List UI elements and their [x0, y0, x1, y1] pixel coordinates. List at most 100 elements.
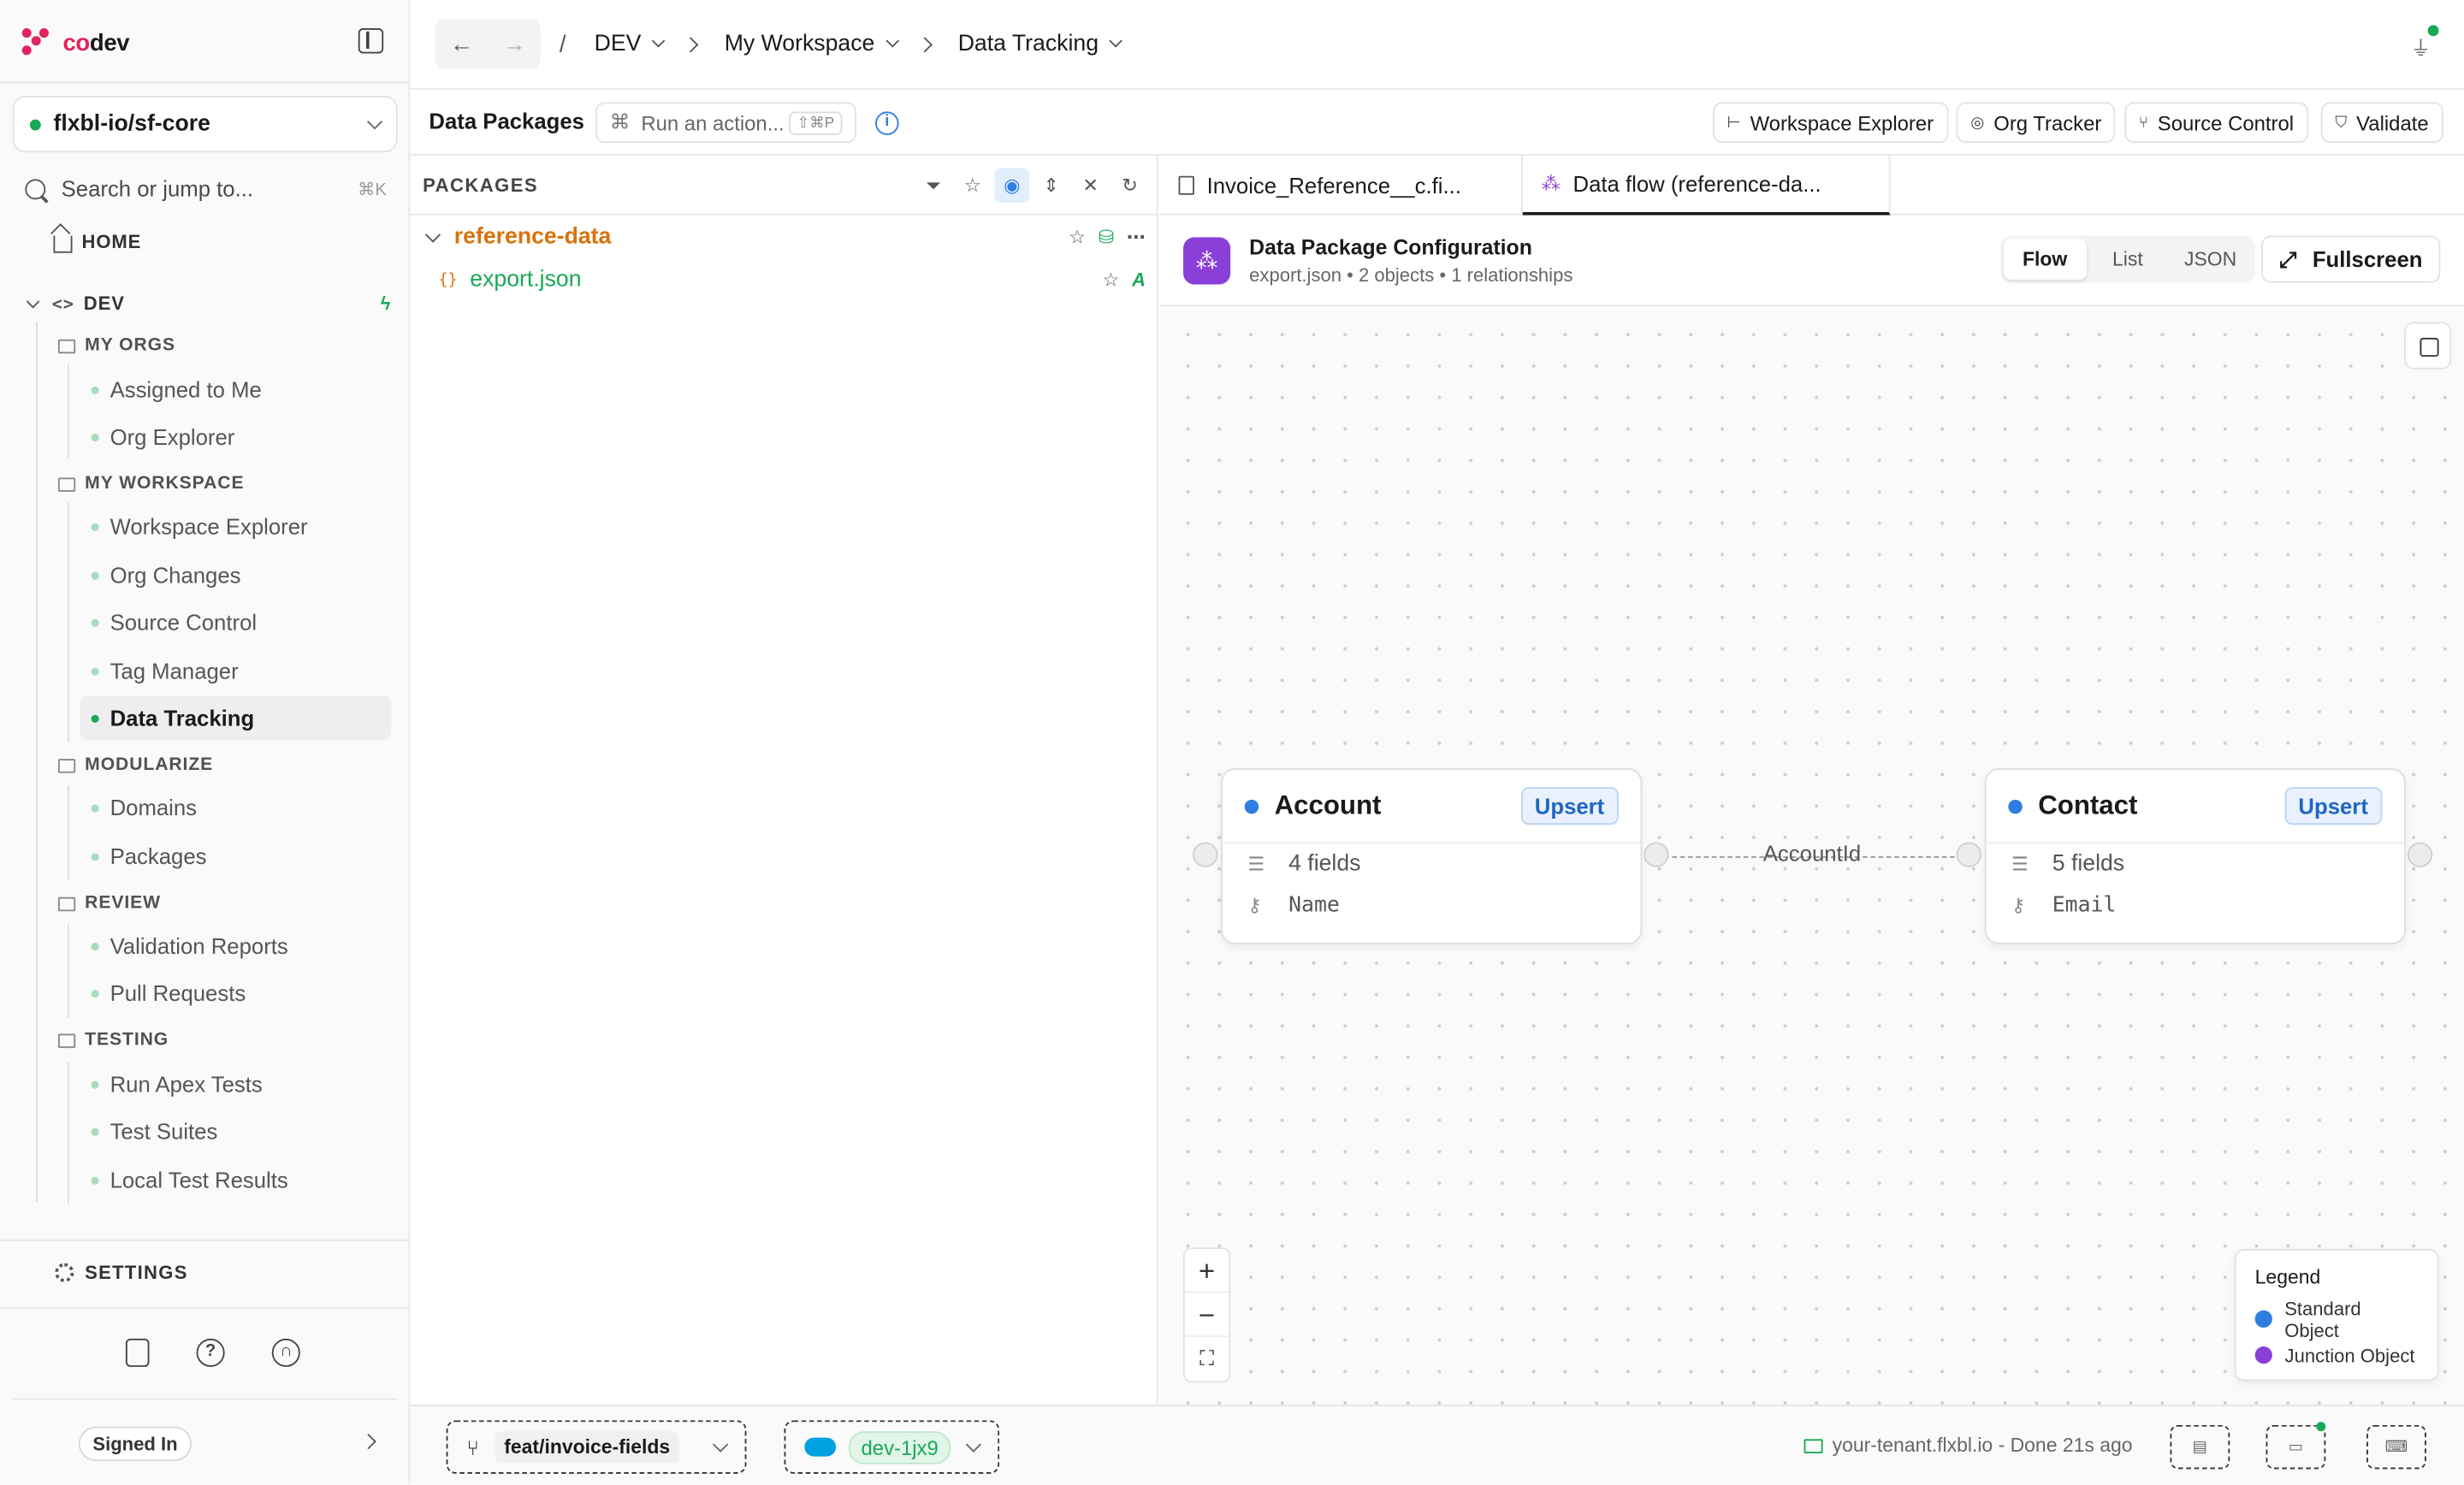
zoom-out-button[interactable]: −	[1184, 1293, 1229, 1338]
search-input[interactable]: Search or jump to... ⌘K	[25, 169, 387, 207]
key-field: Name	[1288, 892, 1340, 918]
chevron-down-icon[interactable]	[885, 33, 899, 48]
sidebar-item-packages[interactable]: Packages	[80, 834, 392, 878]
package-folder-label: reference-data	[453, 224, 612, 251]
collapse-sidebar-icon[interactable]	[358, 28, 384, 54]
document-icon[interactable]: ▤	[2170, 1424, 2230, 1470]
group-testing[interactable]: TESTING	[57, 1031, 169, 1050]
sidebar-item-validation-reports[interactable]: Validation Reports	[80, 924, 392, 967]
keyboard-icon[interactable]: ⌨	[2366, 1424, 2426, 1470]
clipboard-icon[interactable]	[125, 1338, 150, 1367]
group-modularize[interactable]: MODULARIZE	[57, 755, 213, 774]
separator: •	[1439, 263, 1447, 287]
terminal-icon[interactable]: ▭	[2266, 1424, 2326, 1470]
view-flow[interactable]: Flow	[2003, 239, 2087, 280]
operation-badge: Upsert	[1520, 787, 1619, 825]
sidebar-item-tag-manager[interactable]: Tag Manager	[80, 649, 392, 693]
star-icon[interactable]: ☆	[956, 169, 990, 203]
brand[interactable]: codev	[21, 25, 130, 59]
tree-line	[67, 785, 69, 880]
brand-name: codev	[62, 28, 130, 56]
nav-home-label: HOME	[81, 230, 142, 253]
group-my-orgs[interactable]: MY ORGS	[57, 336, 175, 355]
eye-icon[interactable]: ◉	[994, 168, 1030, 203]
sidebar-item-domains[interactable]: Domains	[80, 785, 392, 829]
sidebar-item-local-test-results[interactable]: Local Test Results	[80, 1158, 392, 1202]
breadcrumb-my-workspace[interactable]: My Workspace	[725, 32, 875, 56]
bullet	[91, 852, 99, 861]
tree-icon: ⊢	[1727, 114, 1741, 132]
chevron-down-icon[interactable]	[651, 33, 666, 48]
zoom-in-button[interactable]: +	[1184, 1249, 1229, 1293]
star-icon[interactable]: ☆	[1069, 226, 1086, 248]
chevron-down-icon	[965, 1435, 981, 1452]
tab-data-flow[interactable]: ⁂ Data flow (reference-da...	[1522, 155, 1891, 216]
sidebar-item-pull-requests[interactable]: Pull Requests	[80, 971, 392, 1015]
sidebar-item-test-suites[interactable]: Test Suites	[80, 1109, 392, 1153]
signed-in-badge[interactable]: Signed In	[78, 1426, 192, 1462]
collapse-icon[interactable]: ✕	[1073, 169, 1107, 203]
bullet	[91, 385, 99, 394]
bullet	[91, 618, 99, 626]
sidebar-item-org-changes[interactable]: Org Changes	[80, 553, 392, 597]
nav-dev[interactable]: <> DEV ϟ	[26, 293, 391, 314]
chevron-right-icon[interactable]	[360, 1434, 376, 1450]
sidebar-item-run-apex-tests[interactable]: Run Apex Tests	[80, 1062, 392, 1106]
node-handle[interactable]	[1956, 842, 1982, 867]
group-my-workspace[interactable]: MY WORKSPACE	[57, 475, 245, 494]
codev-logo-icon	[21, 28, 50, 56]
headset-icon[interactable]: ∩	[271, 1338, 300, 1367]
more-icon[interactable]: ⋯	[1127, 226, 1146, 248]
shield-icon: ⛉	[2335, 114, 2348, 132]
node-fields: ☰ 4 fields	[1223, 843, 1641, 884]
nav-home[interactable]: HOME	[53, 231, 141, 253]
view-list[interactable]: List	[2087, 239, 2170, 280]
back-button[interactable]: ←	[450, 31, 474, 57]
refresh-icon[interactable]: ↻	[1112, 169, 1146, 203]
sidebar-item-org-explorer[interactable]: Org Explorer	[80, 415, 392, 459]
branch-selector[interactable]: ⑂ feat/invoice-fields	[446, 1420, 747, 1474]
node-contact[interactable]: Contact Upsert ☰ 5 fields ⚷ Email	[1984, 768, 2406, 944]
sidebar-item-data-tracking[interactable]: Data Tracking	[80, 695, 392, 741]
forward-button[interactable]: →	[502, 31, 526, 57]
view-json[interactable]: JSON	[2169, 239, 2252, 280]
sidebar-item-workspace-explorer[interactable]: Workspace Explorer	[80, 505, 392, 548]
nav-settings[interactable]: SETTINGS	[55, 1262, 187, 1284]
action-input[interactable]: ⌘ Run an action... ⇧⌘P	[595, 102, 857, 144]
node-account[interactable]: Account Upsert ☰ 4 fields ⚷ Name	[1221, 768, 1643, 944]
validate-button[interactable]: ⛉ Validate	[2320, 102, 2443, 144]
flow-canvas[interactable]: AccountId Account Upsert ☰ 4 fields ⚷ Na…	[1159, 306, 2464, 1405]
toolbar: Data Packages ⌘ Run an action... ⇧⌘P i ⊢…	[410, 89, 2464, 156]
sidebar-item-assigned-to-me[interactable]: Assigned to Me	[80, 368, 392, 411]
org-selector[interactable]: flxbl-io/sf-core	[12, 96, 398, 153]
breadcrumb-dev[interactable]: DEV	[595, 32, 642, 56]
tab-invoice-reference[interactable]: Invoice_Reference__c.fi...	[1159, 155, 1523, 216]
node-handle[interactable]	[1193, 842, 1218, 867]
package-folder[interactable]: reference-data ☆ ⛁ ⋯	[423, 225, 1146, 250]
expand-icon[interactable]: ⇕	[1034, 169, 1069, 203]
sidebar-item-source-control[interactable]: Source Control	[80, 601, 392, 644]
fit-view-button[interactable]: ⛶	[1185, 1337, 1229, 1381]
panel-toggle-icon[interactable]	[2404, 322, 2452, 370]
source-control-button[interactable]: ⑂ Source Control	[2124, 102, 2308, 144]
fullscreen-button[interactable]: ⤢ Fullscreen	[2261, 235, 2441, 283]
breadcrumb-data-tracking[interactable]: Data Tracking	[958, 32, 1099, 56]
database-icon[interactable]: ⛁	[1099, 226, 1114, 248]
info-icon[interactable]: i	[875, 111, 899, 135]
filter-icon[interactable]: ⏷	[916, 169, 951, 203]
chevron-down-icon[interactable]	[1109, 33, 1123, 48]
group-review[interactable]: REVIEW	[57, 894, 161, 913]
plug-icon[interactable]: ⏚	[2410, 32, 2431, 62]
workspace-explorer-button[interactable]: ⊢ Workspace Explorer	[1713, 102, 1948, 144]
org-tracker-button[interactable]: ◎ Org Tracker	[1956, 102, 2116, 144]
node-handle[interactable]	[1644, 842, 1669, 867]
star-icon[interactable]: ☆	[1103, 269, 1120, 291]
chevron-right-icon	[683, 36, 699, 52]
node-handle[interactable]	[2407, 842, 2433, 867]
folder-actions: ☆ ⛁ ⋯	[1069, 226, 1146, 248]
org-selector-footer[interactable]: dev-1jx9	[784, 1420, 1000, 1474]
config-title: Data Package Configuration	[1249, 235, 1532, 260]
help-icon[interactable]: ?	[196, 1338, 225, 1367]
package-file[interactable]: {} export.json ☆ A	[438, 267, 1146, 292]
tree-line	[36, 322, 38, 1203]
